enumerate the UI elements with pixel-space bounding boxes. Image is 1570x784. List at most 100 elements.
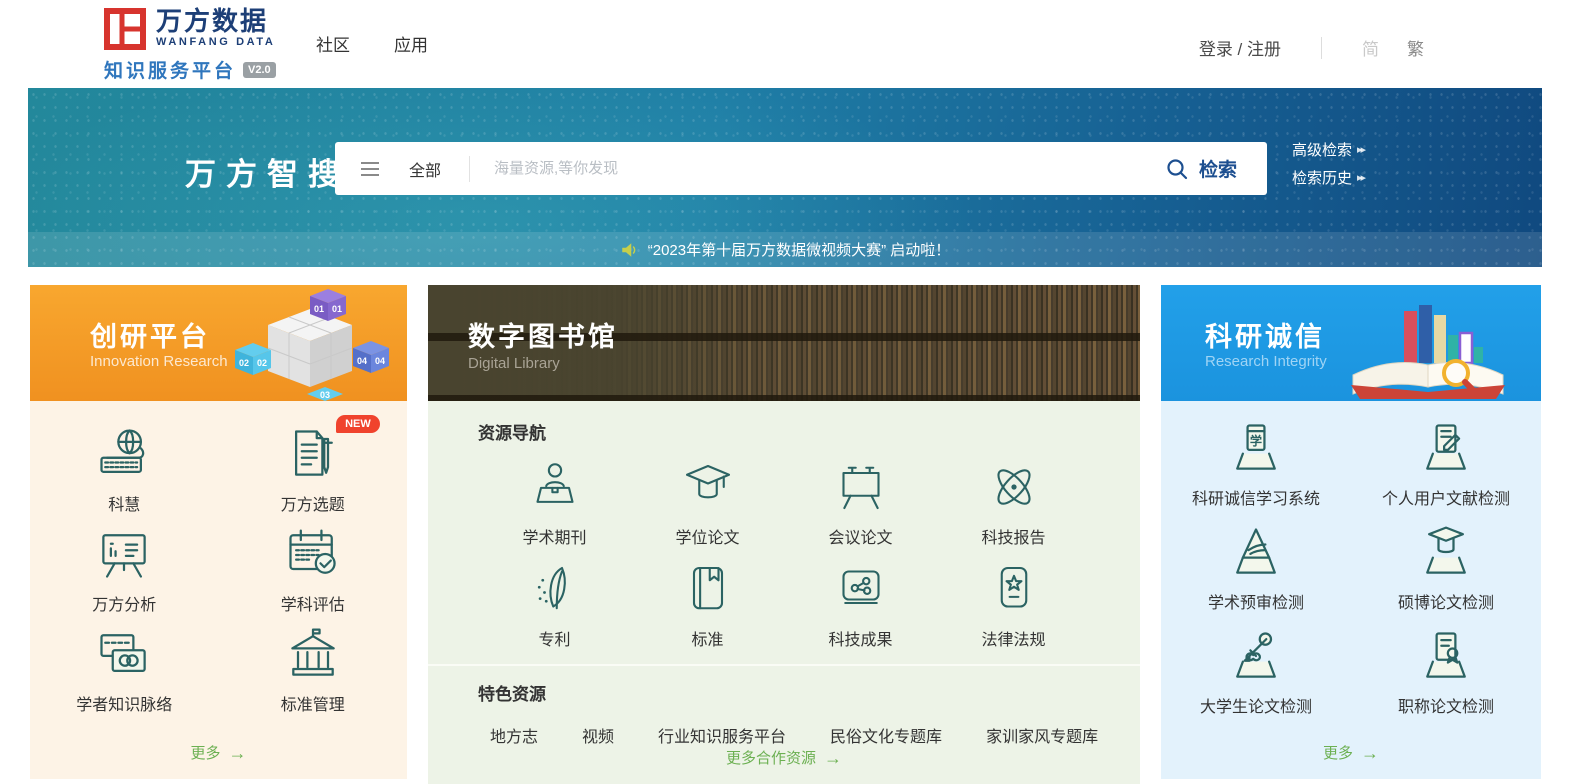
brand-name-en: WANFANG DATA xyxy=(156,37,275,48)
cube-03: 03 xyxy=(307,387,343,401)
speaker-icon xyxy=(620,241,638,259)
tray-doc-pencil-icon xyxy=(1415,417,1477,479)
library-more-link[interactable]: 更多合作资源 → xyxy=(478,747,1090,784)
svg-text:04: 04 xyxy=(375,356,385,366)
special-link-family-tradition[interactable]: 家训家风专题库 xyxy=(986,723,1098,747)
innovation-card-subtitle: Innovation Research xyxy=(90,353,228,370)
svg-text:03: 03 xyxy=(320,390,330,400)
arrow-right-icon: → xyxy=(824,749,842,767)
bank-icon xyxy=(282,623,344,685)
presentation-board-icon xyxy=(830,456,892,518)
search-bar: 全部 检索 xyxy=(335,142,1267,195)
resource-patents[interactable]: 专利 xyxy=(480,558,630,650)
research-integrity-card: 科研诚信 Research Integrity xyxy=(1161,285,1541,779)
double-arrow-icon: ▸▸ xyxy=(1357,171,1364,184)
lang-traditional[interactable]: 繁 xyxy=(1407,35,1424,60)
integrity-item-thesis-check[interactable]: 硕博论文检测 xyxy=(1361,521,1531,613)
cube-illustration: 01 01 02 02 04 04 xyxy=(225,287,395,401)
resource-tech-achievements[interactable]: 科技成果 xyxy=(786,558,936,650)
integrity-item-title-check[interactable]: 职称论文检测 xyxy=(1361,625,1531,717)
special-link-industry-platform[interactable]: 行业知识服务平台 xyxy=(658,723,786,747)
atom-icon xyxy=(983,456,1045,518)
integrity-more-link[interactable]: 更多 → xyxy=(1161,742,1541,779)
document-pen-icon: NEW xyxy=(282,423,344,485)
svg-text:01: 01 xyxy=(314,304,324,314)
resource-nav-title: 资源导航 xyxy=(478,419,1090,444)
resource-standards[interactable]: 标准 xyxy=(633,558,783,650)
logo[interactable]: 万方数据 WANFANG DATA 知识服务平台 V2.0 xyxy=(104,8,276,83)
wanfang-logo-icon xyxy=(104,8,146,50)
badge-star-icon xyxy=(983,558,1045,620)
library-card-header[interactable]: 数字图书馆 Digital Library xyxy=(428,285,1140,401)
header-divider xyxy=(1321,37,1322,59)
integrity-card-subtitle: Research Integrity xyxy=(1205,353,1327,370)
hero-banner: 万方智搜 全部 检索 高级检索 ▸▸ 检索历史 ▸▸ “2023年第十届万方数据… xyxy=(28,88,1542,267)
graduation-cap-icon xyxy=(677,456,739,518)
arrow-right-icon: → xyxy=(1361,744,1379,762)
innovation-item-standard-mgmt[interactable]: 标准管理 xyxy=(238,623,388,715)
tray-diploma-icon xyxy=(1225,625,1287,687)
search-icon xyxy=(1166,158,1188,180)
announcement-bar[interactable]: “2023年第十届万方数据微视频大赛” 启动啦！ xyxy=(28,232,1542,267)
lang-simplified[interactable]: 简 xyxy=(1362,35,1379,60)
cards-icon xyxy=(93,623,155,685)
login-register-link[interactable]: 登录 / 注册 xyxy=(1199,35,1281,60)
cube-04: 04 04 xyxy=(353,341,389,373)
tray-letter-a-icon xyxy=(1225,521,1287,583)
integrity-card-title: 科研诚信 xyxy=(1205,315,1325,354)
nav-apps[interactable]: 应用 xyxy=(394,31,428,56)
platform-name: 知识服务平台 xyxy=(104,56,236,83)
integrity-item-undergrad-check[interactable]: 大学生论文检测 xyxy=(1171,625,1341,717)
library-card-subtitle: Digital Library xyxy=(468,355,560,372)
special-link-local-chronicles[interactable]: 地方志 xyxy=(490,723,538,747)
innovation-item-topic-selection[interactable]: NEW 万方选题 xyxy=(238,423,388,515)
tray-certificate-icon xyxy=(1415,625,1477,687)
svg-text:02: 02 xyxy=(239,358,249,368)
innovation-item-kehui[interactable]: 科慧 xyxy=(49,423,199,515)
resource-laws[interactable]: 法律法规 xyxy=(939,558,1089,650)
top-nav: 社区 应用 xyxy=(316,31,428,56)
hamburger-icon[interactable] xyxy=(361,162,379,176)
resource-conference-papers[interactable]: 会议论文 xyxy=(786,456,936,548)
nav-community[interactable]: 社区 xyxy=(316,31,350,56)
resource-journals[interactable]: 学术期刊 xyxy=(480,456,630,548)
search-button[interactable]: 检索 xyxy=(1150,142,1267,195)
innovation-item-discipline-eval[interactable]: 学科评估 xyxy=(238,523,388,615)
integrity-item-personal-check[interactable]: 个人用户文献检测 xyxy=(1361,417,1531,509)
integrity-item-pre-review[interactable]: 学术预审检测 xyxy=(1171,521,1341,613)
easel-chart-icon xyxy=(93,523,155,585)
arrow-right-icon: → xyxy=(229,744,247,762)
special-link-videos[interactable]: 视频 xyxy=(582,723,614,747)
quill-icon xyxy=(524,558,586,620)
open-book-illustration xyxy=(1328,293,1533,401)
integrity-item-study-system[interactable]: 学 科研诚信学习系统 xyxy=(1171,417,1341,509)
innovation-card-header[interactable]: 创研平台 Innovation Research 01 01 xyxy=(30,285,407,401)
brand-name-cn: 万方数据 xyxy=(156,8,275,34)
globe-keyboard-icon xyxy=(93,423,155,485)
innovation-item-analysis[interactable]: 万方分析 xyxy=(49,523,199,615)
special-resources-title: 特色资源 xyxy=(478,680,1090,705)
book-bookmark-icon xyxy=(677,558,739,620)
top-header: 万方数据 WANFANG DATA 知识服务平台 V2.0 社区 应用 登录 /… xyxy=(0,0,1570,88)
innovation-item-scholar-network[interactable]: 学者知识脉络 xyxy=(49,623,199,715)
new-badge: NEW xyxy=(336,415,380,433)
innovation-card-title: 创研平台 xyxy=(90,315,210,354)
library-card-title: 数字图书馆 xyxy=(468,315,618,354)
search-brand-title: 万方智搜 xyxy=(185,149,349,194)
podium-person-icon xyxy=(524,456,586,518)
innovation-more-link[interactable]: 更多 → xyxy=(30,742,407,779)
cube-02: 02 02 xyxy=(235,343,271,375)
announcement-text: “2023年第十届万方数据微视频大赛” 启动啦！ xyxy=(648,239,951,260)
tray-study-book-icon: 学 xyxy=(1225,417,1287,479)
resource-tech-reports[interactable]: 科技报告 xyxy=(939,456,1089,548)
scope-dropdown[interactable]: 全部 xyxy=(409,157,441,181)
advanced-search-link[interactable]: 高级检索 ▸▸ xyxy=(1292,139,1364,160)
special-link-folk-culture[interactable]: 民俗文化专题库 xyxy=(830,723,942,747)
integrity-card-header[interactable]: 科研诚信 Research Integrity xyxy=(1161,285,1541,401)
svg-text:04: 04 xyxy=(357,356,367,366)
search-history-link[interactable]: 检索历史 ▸▸ xyxy=(1292,167,1364,188)
calendar-check-icon xyxy=(282,523,344,585)
monitor-share-icon xyxy=(830,558,892,620)
search-input[interactable] xyxy=(470,160,1150,177)
resource-dissertations[interactable]: 学位论文 xyxy=(633,456,783,548)
